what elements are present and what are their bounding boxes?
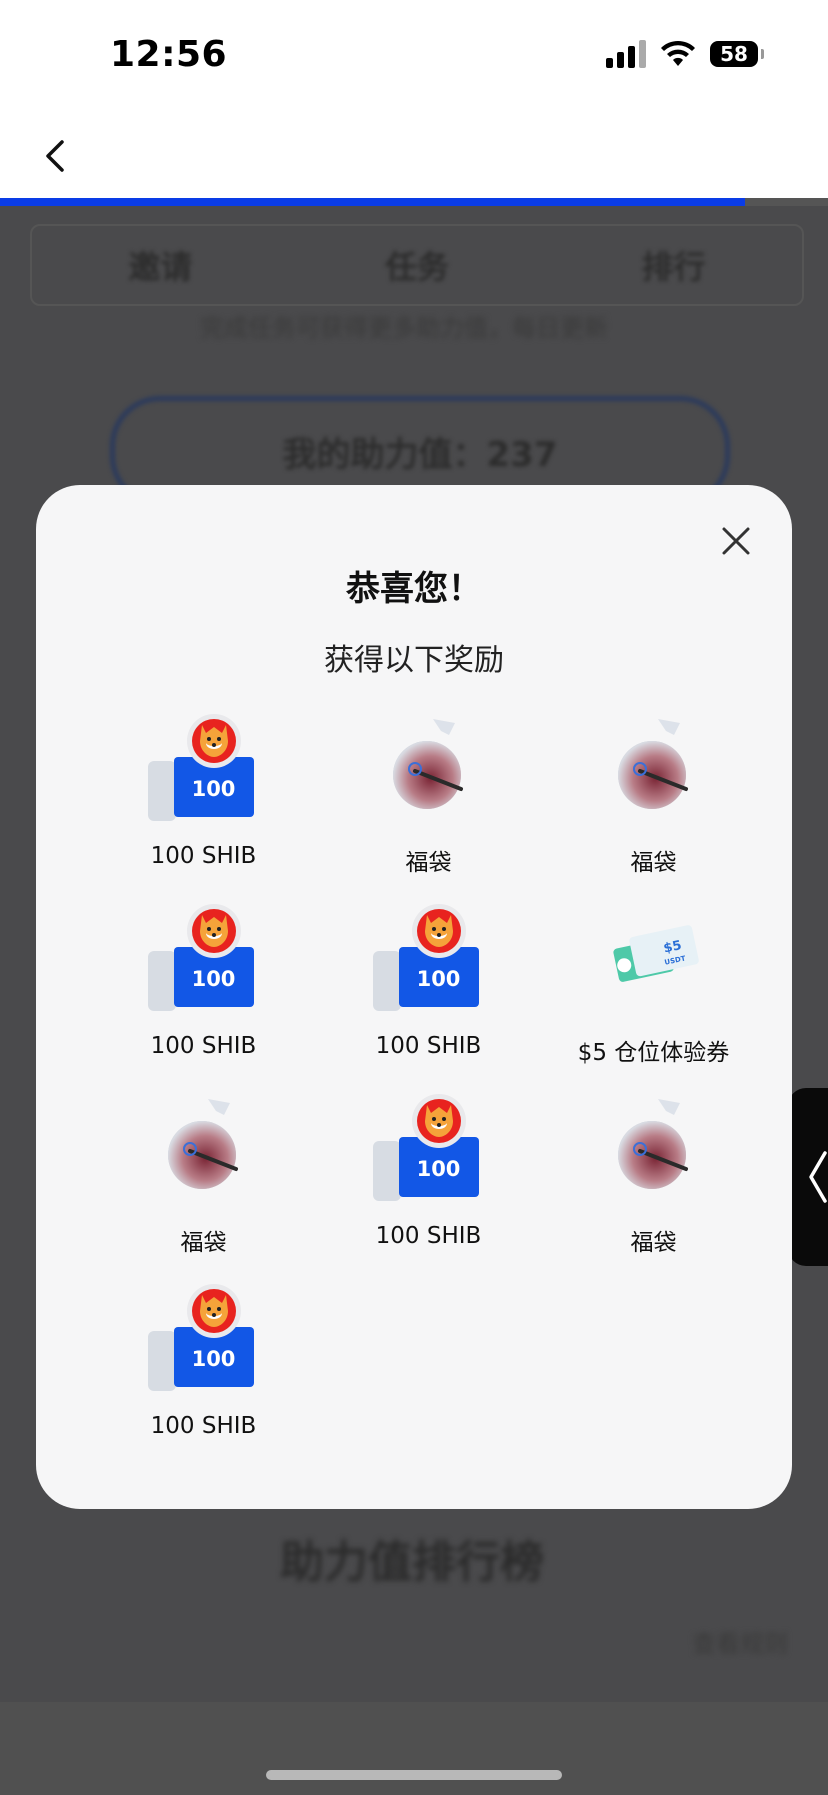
close-button[interactable] — [716, 521, 756, 561]
reward-item: $5 USDT $5 仓位体验券 — [541, 903, 766, 1093]
background-bottom-bar — [0, 1702, 828, 1795]
status-icons: 58 — [606, 40, 764, 68]
background-tab: 邀请 — [128, 248, 193, 286]
status-time: 12:56 — [110, 34, 228, 75]
reward-label: 福袋 — [405, 850, 452, 876]
reward-label: 福袋 — [630, 1230, 677, 1256]
reward-label: 100 SHIB — [150, 1033, 257, 1059]
shib-token-icon: 100 — [144, 713, 264, 823]
background-link: 查看规则 — [692, 1630, 788, 1658]
reward-label: 100 SHIB — [150, 843, 257, 869]
reward-grid: 100 100 SHIB 福袋 福袋 100 100 SHIB 100 100 … — [91, 713, 766, 1473]
shib-token-icon: 100 — [144, 1283, 264, 1393]
reward-item: 100 100 SHIB — [91, 713, 316, 903]
back-button[interactable] — [36, 136, 76, 176]
reward-label: 100 SHIB — [375, 1033, 482, 1059]
home-indicator[interactable] — [266, 1770, 562, 1780]
status-bar: 12:56 58 — [0, 0, 828, 110]
side-drawer-handle[interactable] — [788, 1088, 828, 1266]
reward-item: 100 100 SHIB — [316, 903, 541, 1093]
background-tabs: 邀请 任务 排行 — [30, 224, 804, 306]
background-subtitle: 完成任务可获得更多助力值，每日更新 — [200, 314, 608, 342]
reward-item: 100 100 SHIB — [91, 903, 316, 1093]
background-tab: 排行 — [641, 248, 706, 286]
reward-label: 100 SHIB — [150, 1413, 257, 1439]
wifi-icon — [661, 40, 695, 66]
reward-item: 福袋 — [316, 713, 541, 903]
shib-token-icon: 100 — [369, 1093, 489, 1203]
modal-subtitle: 获得以下奖励 — [324, 643, 504, 678]
shib-token-icon: 100 — [144, 903, 264, 1013]
battery-icon: 58 — [710, 41, 764, 67]
reward-label: 福袋 — [630, 850, 677, 876]
reward-item: 福袋 — [541, 713, 766, 903]
shib-token-icon: 100 — [369, 903, 489, 1013]
page-progress-bar — [0, 198, 828, 206]
chevron-left-icon — [809, 1151, 827, 1203]
reward-item: 福袋 — [91, 1093, 316, 1283]
reward-label: $5 仓位体验券 — [577, 1040, 730, 1066]
nav-bar — [0, 110, 828, 200]
cellular-signal-icon — [606, 40, 646, 68]
reward-label: 100 SHIB — [375, 1223, 482, 1249]
background-section-title: 助力值排行榜 — [280, 1537, 544, 1588]
reward-label: 福袋 — [180, 1230, 227, 1256]
lucky-bag-icon — [594, 1093, 714, 1203]
background-tab: 任务 — [385, 248, 450, 286]
progress-fill — [0, 198, 746, 206]
lucky-bag-icon — [594, 713, 714, 823]
reward-item: 100 100 SHIB — [316, 1093, 541, 1283]
usdt-voucher-icon: $5 USDT — [594, 903, 714, 1013]
reward-item: 福袋 — [541, 1093, 766, 1283]
modal-title: 恭喜您！ — [346, 569, 482, 609]
reward-modal: 恭喜您！ 获得以下奖励 100 100 SHIB 福袋 福袋 100 100 S… — [36, 485, 792, 1509]
lucky-bag-icon — [144, 1093, 264, 1203]
lucky-bag-icon — [369, 713, 489, 823]
reward-item: 100 100 SHIB — [91, 1283, 316, 1473]
